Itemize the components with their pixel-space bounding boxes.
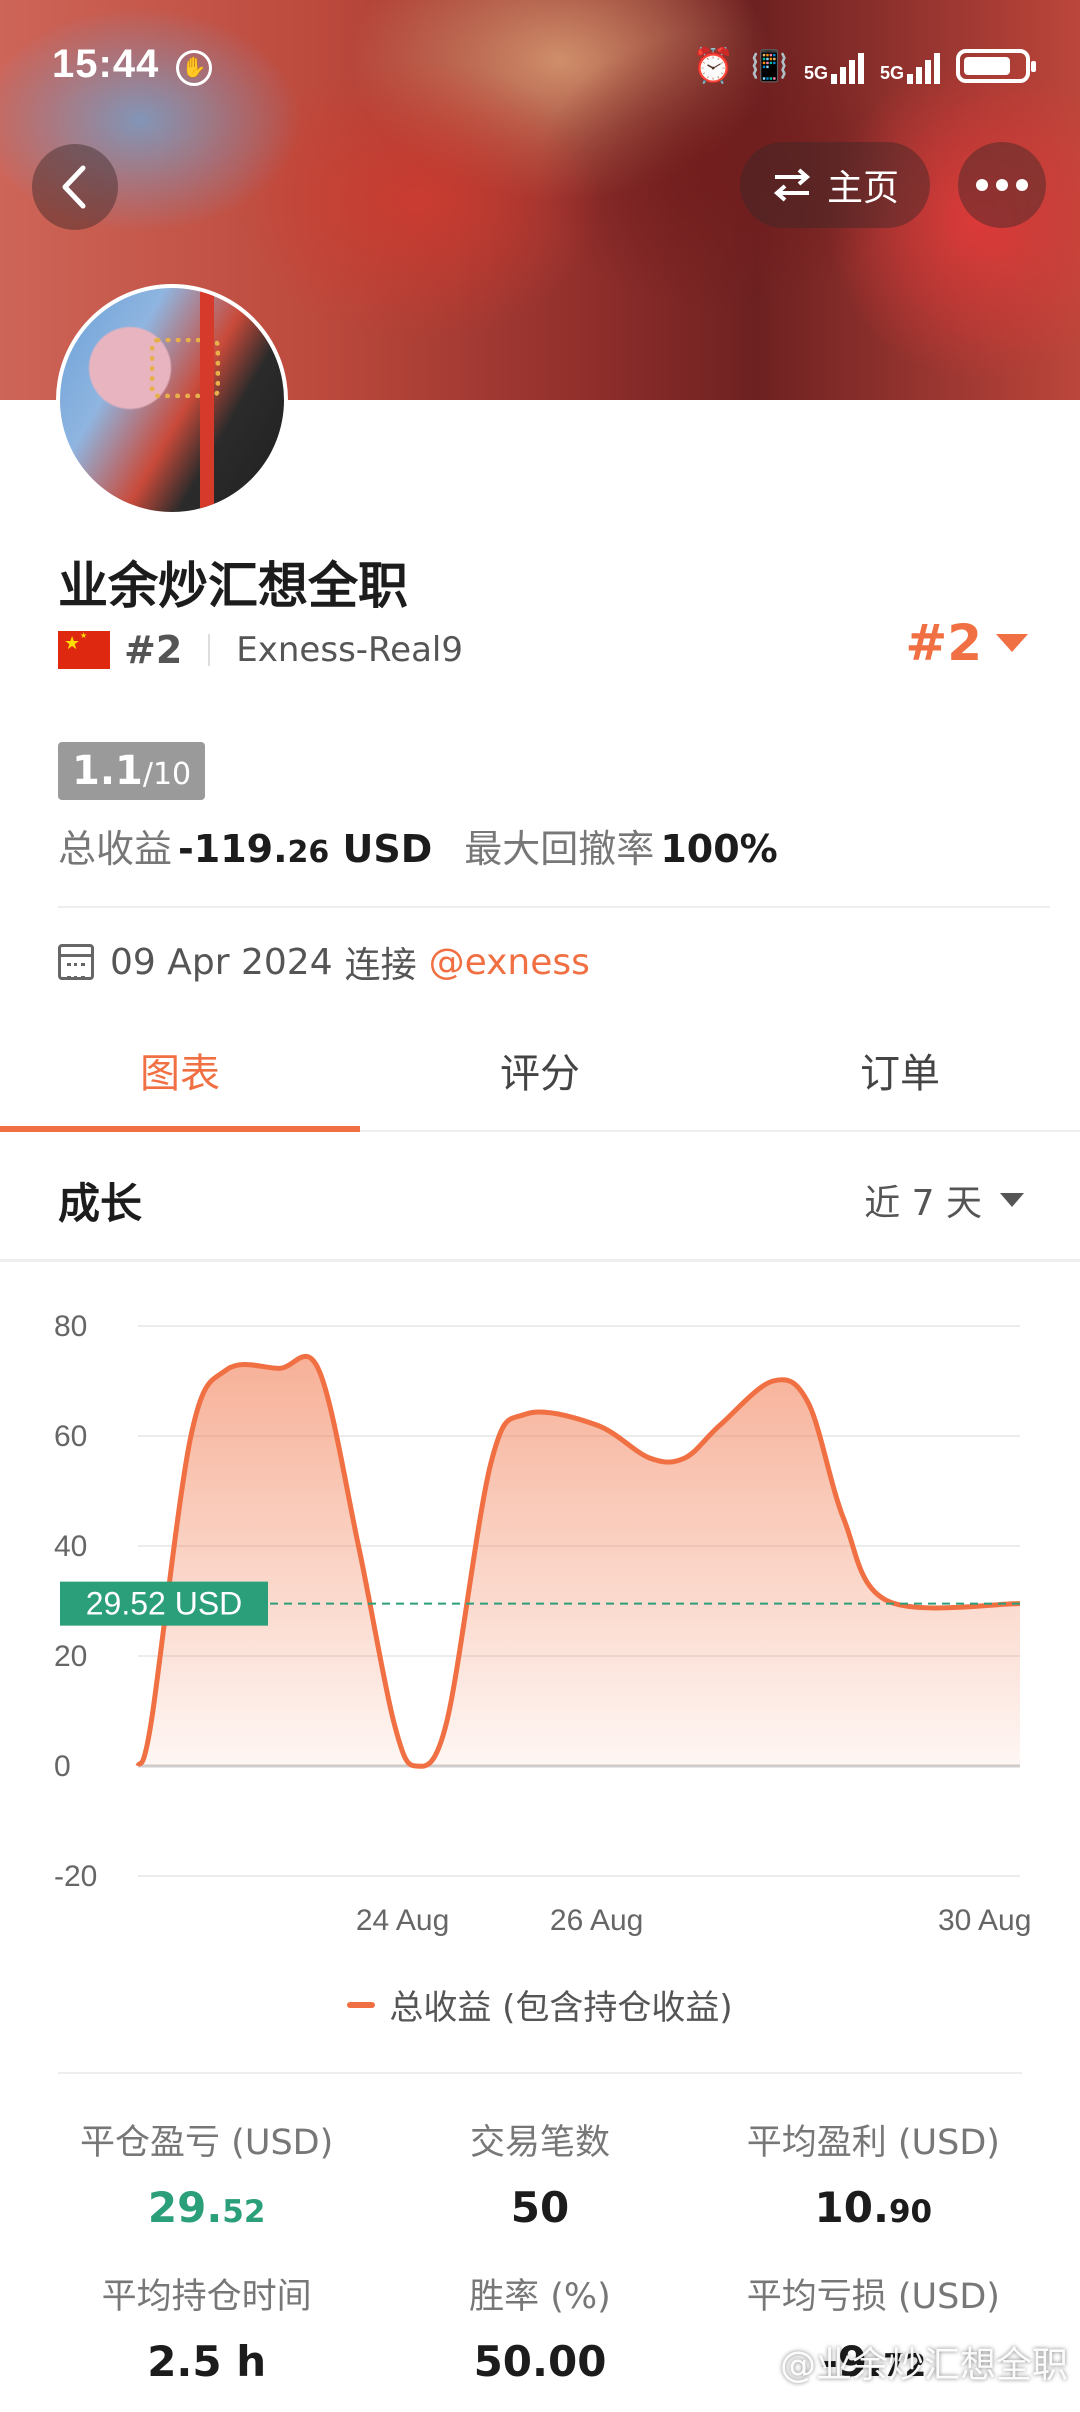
- growth-header: 成长 近 7 天: [0, 1134, 1080, 1262]
- profit-summary: 总收益 -119.26 USD 最大回撤率 100%: [58, 818, 778, 873]
- y-tick-label: -20: [54, 1860, 97, 1893]
- growth-chart[interactable]: 80 60 40 20 0 -20 24 Aug 26 Aug 30 Aug 29.52 USD: [0, 1270, 1080, 1970]
- y-tick-label: 60: [54, 1420, 87, 1453]
- more-button[interactable]: [958, 142, 1046, 228]
- watermark: @业余炒汇想全职: [779, 2345, 1068, 2386]
- stat-value: 50.00: [473, 2337, 607, 2386]
- profile-name: 业余炒汇想全职: [58, 557, 408, 615]
- x-tick-label: 24 Aug: [356, 1904, 449, 1937]
- tab-rating[interactable]: 评分: [360, 1034, 720, 1130]
- legend-swatch: [347, 2001, 376, 2008]
- total-profit-label: 总收益: [58, 827, 173, 871]
- stat-value: 2.5 h: [147, 2337, 267, 2386]
- stat-cell: 平仓盈亏 (USD) 29.52: [40, 2114, 373, 2232]
- swap-icon: [773, 168, 811, 202]
- stat-cell: 平均持仓时间 2.5 h: [40, 2268, 373, 2386]
- home-label: 主页: [826, 168, 899, 209]
- stat-label: 平均盈利 (USD): [746, 2123, 1000, 2163]
- growth-chart-svg: 80 60 40 20 0 -20 24 Aug 26 Aug 30 Aug 29.52 USD: [54, 1310, 1031, 1937]
- y-tick-label: 80: [54, 1310, 87, 1343]
- stat-label: 交易笔数: [469, 2123, 610, 2163]
- max-drawdown-value: 100%: [660, 827, 778, 871]
- stat-value: 50: [510, 2183, 570, 2232]
- reference-label: 29.52 USD: [86, 1586, 243, 1622]
- battery-icon: [956, 49, 1036, 83]
- section-title: 成长: [58, 1179, 143, 1228]
- connect-text: 连接: [344, 945, 417, 986]
- alarm-icon: ⏰: [692, 47, 735, 85]
- divider: [208, 634, 211, 666]
- caret-down-icon: [996, 634, 1028, 652]
- y-tick-label: 0: [54, 1750, 71, 1783]
- status-icons: ⏰ 📳 5G 5G: [692, 46, 1036, 86]
- gesture-icon: ✋: [176, 50, 212, 86]
- home-button[interactable]: 主页: [740, 142, 930, 228]
- stat-cell: 交易笔数 50: [373, 2114, 706, 2232]
- tab-bar: 图表 评分 订单: [0, 1034, 1080, 1132]
- calendar-icon: [58, 944, 94, 980]
- broker-link[interactable]: @exness: [429, 942, 590, 983]
- y-tick-label: 40: [54, 1530, 87, 1563]
- tab-orders[interactable]: 订单: [720, 1034, 1080, 1130]
- rank-big: #2: [905, 614, 982, 672]
- signal-icon-1: 5G: [804, 48, 864, 84]
- status-time: 15:44: [52, 42, 160, 86]
- divider: [58, 906, 1050, 908]
- avatar[interactable]: [56, 284, 288, 516]
- connect-date: 09 Apr 2024: [110, 941, 333, 983]
- tab-chart[interactable]: 图表: [0, 1034, 360, 1132]
- stat-label: 平均亏损 (USD): [746, 2277, 1000, 2317]
- stat-cell: 平均盈利 (USD) 10.90: [707, 2114, 1040, 2232]
- stat-label: 胜率 (%): [469, 2277, 611, 2317]
- stat-label: 平仓盈亏 (USD): [80, 2123, 334, 2163]
- x-tick-label: 30 Aug: [938, 1904, 1031, 1937]
- x-tick-label: 26 Aug: [550, 1904, 643, 1937]
- rank-row: ★ ★ #2 Exness-Real9: [58, 624, 463, 676]
- stat-label: 平均持仓时间: [101, 2277, 312, 2317]
- rank-dropdown[interactable]: #2: [905, 614, 1028, 672]
- back-button[interactable]: [32, 144, 118, 230]
- divider: [58, 2072, 1022, 2074]
- signal-icon-2: 5G: [880, 48, 940, 84]
- connect-row: 09 Apr 2024 连接 @exness: [58, 936, 590, 988]
- y-tick-label: 20: [54, 1640, 87, 1673]
- range-label: 近 7 天: [864, 1183, 982, 1224]
- total-profit-value: -119.26 USD: [178, 827, 433, 871]
- score-badge: 1.1 /10: [58, 742, 206, 800]
- max-drawdown-label: 最大回撤率: [464, 827, 655, 871]
- chart-legend: 总收益 (包含持仓收益): [0, 1980, 1080, 2029]
- more-dots-icon: [976, 179, 988, 191]
- china-flag-icon: ★ ★: [58, 631, 110, 669]
- stat-cell: 胜率 (%) 50.00: [373, 2268, 706, 2386]
- chevron-left-icon: [62, 165, 86, 209]
- stat-value: 29.52: [147, 2183, 266, 2232]
- legend-label: 总收益 (包含持仓收益): [389, 1988, 733, 2028]
- rank-small: #2: [124, 628, 183, 672]
- range-select[interactable]: 近 7 天: [864, 1174, 1024, 1226]
- vibrate-icon: 📳: [750, 49, 788, 83]
- status-bar: 15:44 ✋ ⏰ 📳 5G 5G: [0, 0, 1080, 130]
- stat-value: 10.90: [814, 2183, 933, 2232]
- broker-account: Exness-Real9: [236, 630, 463, 670]
- caret-down-icon: [1000, 1193, 1024, 1207]
